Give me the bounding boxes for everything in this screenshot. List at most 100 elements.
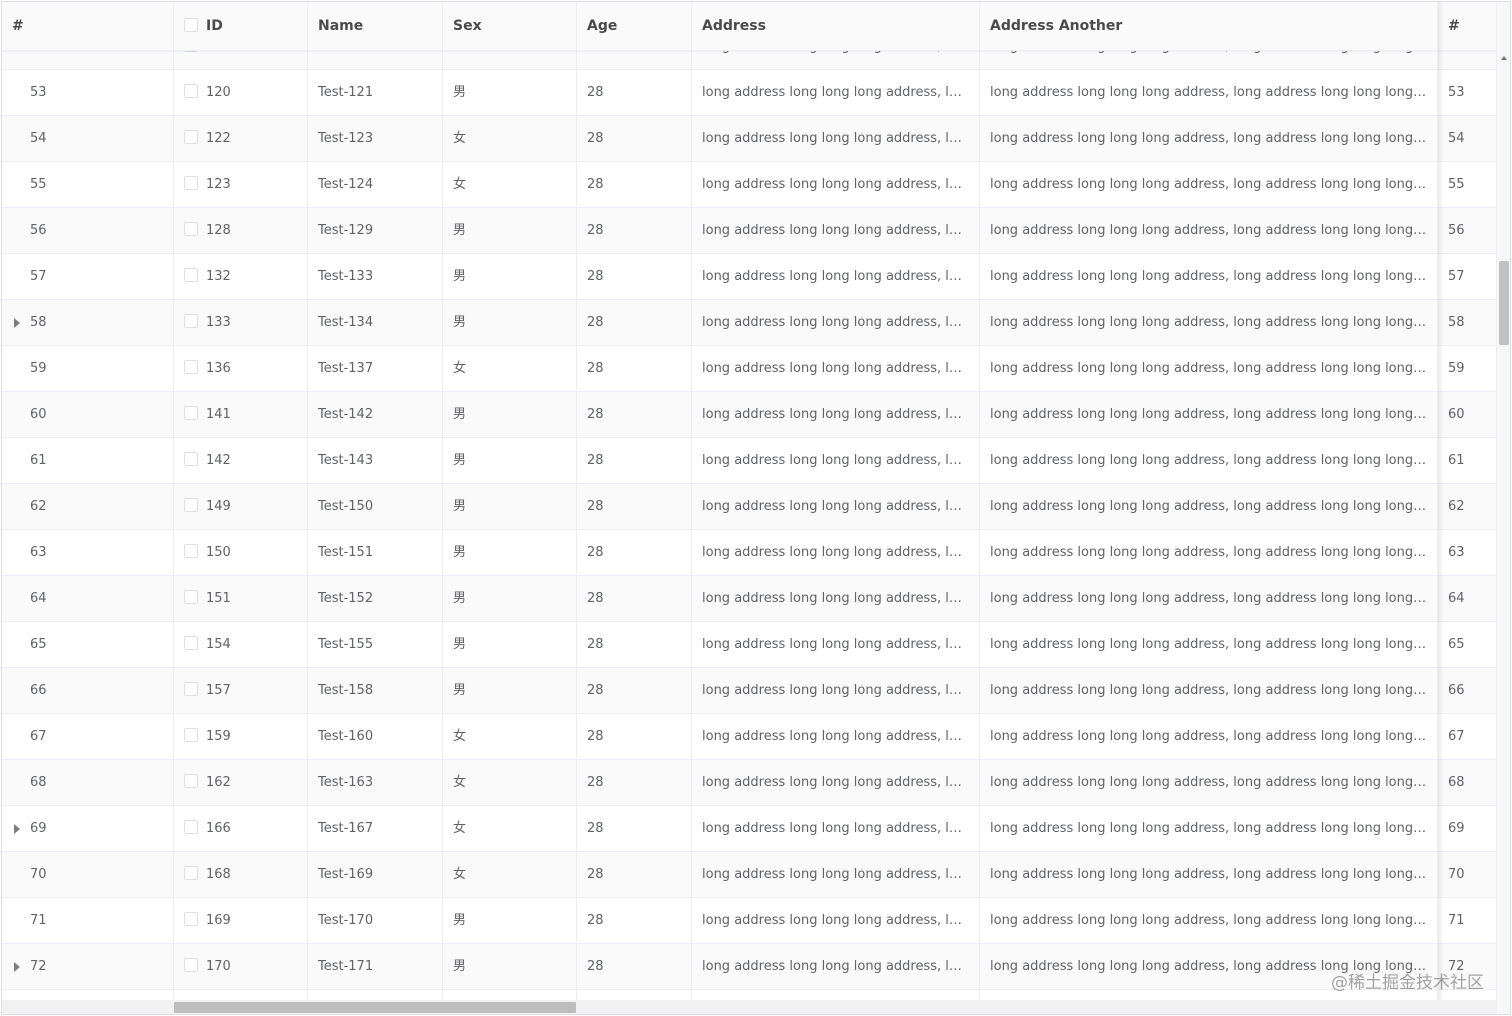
cell-address: long address long long long address, lon… bbox=[692, 806, 980, 852]
row-checkbox[interactable] bbox=[184, 820, 198, 834]
cell-text: long address long long long address, lon… bbox=[702, 453, 980, 468]
cell-text: 28 bbox=[587, 729, 604, 744]
column-header-index[interactable]: # bbox=[2, 2, 174, 50]
table-row[interactable]: 61 142 Test-143 男 28 long address long long l… bbox=[2, 438, 1496, 484]
cell-text: 53 bbox=[1448, 85, 1465, 100]
cell-text: long address long long long address, lon… bbox=[990, 223, 1438, 238]
cell-text: long address long long long address, lon… bbox=[702, 499, 980, 514]
row-checkbox[interactable] bbox=[184, 452, 198, 466]
cell-text: 64 bbox=[1448, 591, 1465, 606]
cell-text: 28 bbox=[587, 867, 604, 882]
cell-age: 28 bbox=[577, 254, 692, 300]
column-header-address2[interactable]: Address Another bbox=[980, 2, 1438, 50]
cell-age: 28 bbox=[577, 852, 692, 898]
cell-text: 69 bbox=[1448, 821, 1465, 836]
cell-address: long address long long long address, lon… bbox=[692, 346, 980, 392]
cell-age: 28 bbox=[577, 622, 692, 668]
cell-text: Test-158 bbox=[318, 683, 374, 698]
table-row[interactable]: 72 170 Test-171 男 28 long address long long l… bbox=[2, 944, 1496, 990]
row-checkbox[interactable] bbox=[184, 682, 198, 696]
row-checkbox[interactable] bbox=[184, 130, 198, 144]
cell-address: long address long long long address, lon… bbox=[692, 438, 980, 484]
table-row[interactable]: 59 136 Test-137 女 28 long address long long l… bbox=[2, 346, 1496, 392]
cell-text: 67 bbox=[30, 729, 47, 744]
table-row[interactable]: 69 166 Test-167 女 28 long address long long l… bbox=[2, 806, 1496, 852]
column-header-age[interactable]: Age bbox=[577, 2, 692, 50]
row-checkbox[interactable] bbox=[184, 84, 198, 98]
cell-index-right: 69 bbox=[1438, 806, 1496, 852]
cell-text: 62 bbox=[30, 499, 47, 514]
column-header-index-right[interactable]: # bbox=[1438, 2, 1496, 50]
cell-id: 162 bbox=[174, 760, 308, 806]
cell-text: long address long long long address, lon… bbox=[702, 223, 980, 238]
expand-arrow-icon[interactable] bbox=[14, 318, 20, 328]
cell-text: long address long long long address, lon… bbox=[702, 131, 980, 146]
cell-text: 28 bbox=[587, 315, 604, 330]
table-row[interactable]: 66 157 Test-158 男 28 long address long long l… bbox=[2, 668, 1496, 714]
row-checkbox[interactable] bbox=[184, 176, 198, 190]
column-header-sex[interactable]: Sex bbox=[443, 2, 577, 50]
table-row[interactable]: 58 133 Test-134 男 28 long address long long l… bbox=[2, 300, 1496, 346]
cell-name: Test-152 bbox=[308, 576, 443, 622]
table-row[interactable]: 64 151 Test-152 男 28 long address long long l… bbox=[2, 576, 1496, 622]
table-row[interactable]: 70 168 Test-169 女 28 long address long long l… bbox=[2, 852, 1496, 898]
cell-text: long address long long long address, lon… bbox=[990, 729, 1438, 744]
select-all-checkbox[interactable] bbox=[184, 17, 198, 32]
cell-address: long address long long long address, lon… bbox=[692, 392, 980, 438]
row-checkbox[interactable] bbox=[184, 498, 198, 512]
cell-id: 133 bbox=[174, 300, 308, 346]
table-body: 52119Test-120男28long address long long l… bbox=[2, 2, 1496, 1002]
cell-text: Test-143 bbox=[318, 453, 374, 468]
row-checkbox[interactable] bbox=[184, 728, 198, 742]
row-checkbox[interactable] bbox=[184, 958, 198, 972]
table-row[interactable]: 71 169 Test-170 男 28 long address long long l… bbox=[2, 898, 1496, 944]
scroll-up-arrow-icon[interactable] bbox=[1501, 56, 1507, 60]
cell-text: 70 bbox=[30, 867, 47, 882]
table-row[interactable]: 65 154 Test-155 男 28 long address long long l… bbox=[2, 622, 1496, 668]
table-row[interactable]: 62 149 Test-150 男 28 long address long long l… bbox=[2, 484, 1496, 530]
row-checkbox[interactable] bbox=[184, 406, 198, 420]
row-checkbox[interactable] bbox=[184, 866, 198, 880]
cell-name: Test-150 bbox=[308, 484, 443, 530]
vertical-scrollbar-thumb[interactable] bbox=[1499, 261, 1509, 345]
cell-text: long address long long long address, lon… bbox=[702, 361, 980, 376]
row-checkbox[interactable] bbox=[184, 222, 198, 236]
column-header-id[interactable]: ID bbox=[174, 2, 308, 50]
cell-text: long address long long long address, lon… bbox=[702, 315, 980, 330]
row-checkbox[interactable] bbox=[184, 314, 198, 328]
vertical-scrollbar[interactable] bbox=[1496, 2, 1510, 1014]
column-header-label: # bbox=[12, 18, 24, 34]
row-checkbox[interactable] bbox=[184, 268, 198, 282]
table-row[interactable]: 53 120 Test-121 男 28 long address long long l… bbox=[2, 70, 1496, 116]
table-row[interactable]: 55 123 Test-124 女 28 long address long long l… bbox=[2, 162, 1496, 208]
column-header-address[interactable]: Address bbox=[692, 2, 980, 50]
table-row[interactable]: 54 122 Test-123 女 28 long address long long l… bbox=[2, 116, 1496, 162]
cell-text: 122 bbox=[206, 131, 231, 146]
expand-arrow-icon[interactable] bbox=[14, 962, 20, 972]
column-header-name[interactable]: Name bbox=[308, 2, 443, 50]
cell-name: Test-124 bbox=[308, 162, 443, 208]
horizontal-scrollbar-thumb[interactable] bbox=[174, 1002, 576, 1013]
table-row[interactable]: 67 159 Test-160 女 28 long address long long l… bbox=[2, 714, 1496, 760]
cell-id: 136 bbox=[174, 346, 308, 392]
table-row[interactable]: 68 162 Test-163 女 28 long address long long l… bbox=[2, 760, 1496, 806]
cell-sex: 男 bbox=[443, 300, 577, 346]
row-checkbox[interactable] bbox=[184, 590, 198, 604]
cell-index: 57 bbox=[2, 254, 174, 300]
horizontal-scrollbar[interactable] bbox=[2, 1000, 1496, 1014]
cell-address2: long address long long long address, lon… bbox=[980, 162, 1438, 208]
row-checkbox[interactable] bbox=[184, 360, 198, 374]
table-row[interactable]: 56 128 Test-129 男 28 long address long long l… bbox=[2, 208, 1496, 254]
table-row[interactable]: 63 150 Test-151 男 28 long address long long l… bbox=[2, 530, 1496, 576]
row-checkbox[interactable] bbox=[184, 636, 198, 650]
table-row[interactable]: 60 141 Test-142 男 28 long address long long l… bbox=[2, 392, 1496, 438]
row-checkbox[interactable] bbox=[184, 774, 198, 788]
cell-text: long address long long long address, lon… bbox=[990, 131, 1438, 146]
cell-text: 28 bbox=[587, 821, 604, 836]
cell-name: Test-167 bbox=[308, 806, 443, 852]
row-checkbox[interactable] bbox=[184, 544, 198, 558]
expand-arrow-icon[interactable] bbox=[14, 824, 20, 834]
cell-address2: long address long long long address, lon… bbox=[980, 898, 1438, 944]
row-checkbox[interactable] bbox=[184, 912, 198, 926]
table-row[interactable]: 57 132 Test-133 男 28 long address long long l… bbox=[2, 254, 1496, 300]
